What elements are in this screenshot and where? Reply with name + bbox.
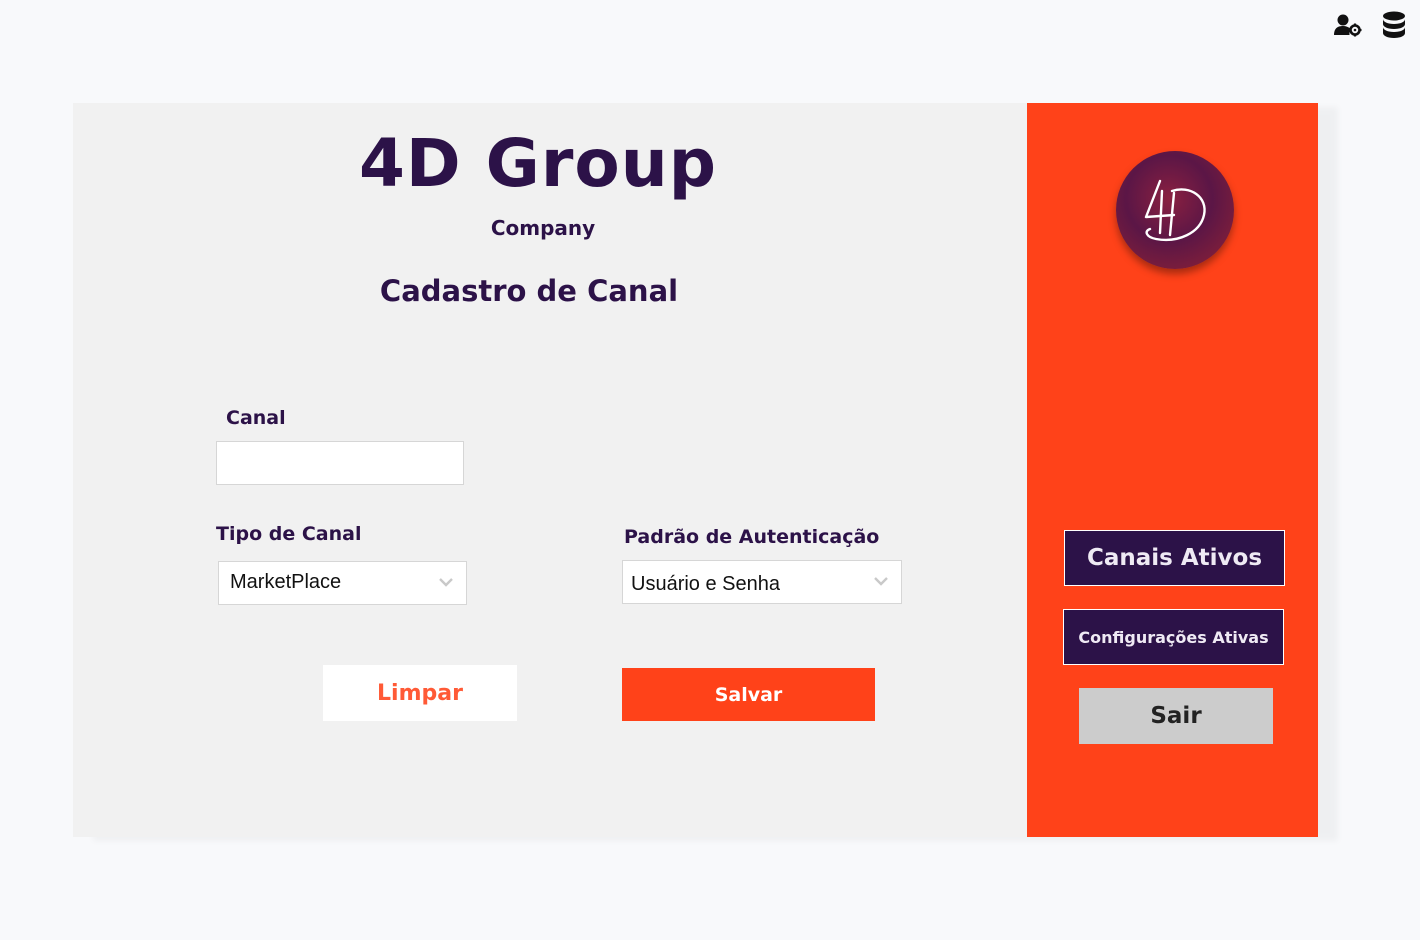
tipo-canal-select[interactable]: MarketPlace xyxy=(218,561,467,605)
main-card: 4D Group Company Cadastro de Canal Canal… xyxy=(73,103,1318,837)
active-configs-button[interactable]: Configurações Ativas xyxy=(1063,609,1284,665)
padrao-autenticacao-select[interactable]: Usuário e Senha xyxy=(622,560,902,604)
save-button[interactable]: Salvar xyxy=(622,668,875,721)
canal-label: Canal xyxy=(226,407,286,429)
page-title: Cadastro de Canal xyxy=(379,274,679,308)
tipo-canal-label: Tipo de Canal xyxy=(216,523,362,545)
logo-4d-icon xyxy=(1144,179,1206,242)
side-panel: Canais Ativos Configurações Ativas Sair xyxy=(1027,103,1318,837)
user-settings-icon[interactable] xyxy=(1333,10,1363,40)
chevron-down-icon xyxy=(439,578,453,587)
brand-title: 4D Group xyxy=(359,125,717,202)
clear-button[interactable]: Limpar xyxy=(323,665,517,721)
database-icon[interactable] xyxy=(1379,10,1409,40)
canal-input[interactable] xyxy=(216,441,464,485)
tipo-canal-selected: MarketPlace xyxy=(230,571,342,593)
active-channels-button[interactable]: Canais Ativos xyxy=(1064,530,1285,586)
company-logo xyxy=(1116,151,1234,269)
brand-subtitle: Company xyxy=(490,216,596,240)
chevron-down-icon xyxy=(874,577,888,586)
form-panel: 4D Group Company Cadastro de Canal Canal… xyxy=(73,103,1027,837)
padrao-autenticacao-label: Padrão de Autenticação xyxy=(624,526,880,548)
logout-button[interactable]: Sair xyxy=(1079,688,1273,744)
padrao-autenticacao-selected: Usuário e Senha xyxy=(631,573,780,595)
